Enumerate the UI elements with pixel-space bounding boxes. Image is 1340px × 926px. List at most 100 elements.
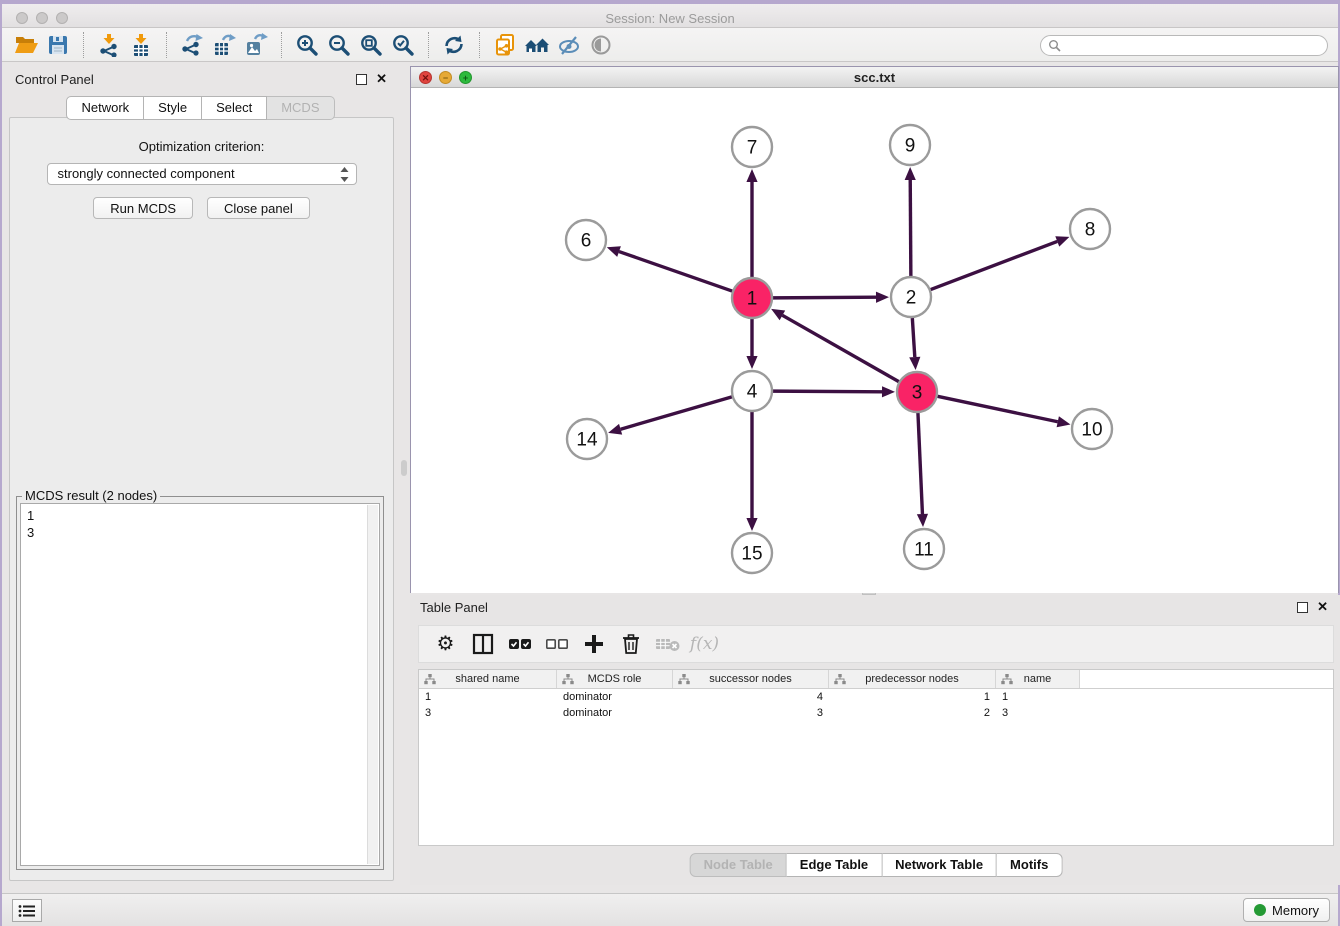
deselect-all-icon[interactable] [538, 628, 575, 660]
tree-sort-icon [424, 674, 436, 685]
result-scrollbar[interactable] [367, 505, 378, 864]
delete-table-icon[interactable] [649, 628, 686, 660]
network-window-title: scc.txt [411, 70, 1338, 85]
task-history-button[interactable] [12, 899, 42, 922]
search-icon [1048, 39, 1061, 52]
network-graph[interactable]: 7968124314101511 [411, 89, 1338, 593]
open-session-icon[interactable] [10, 30, 42, 60]
fit-content-icon[interactable] [355, 30, 387, 60]
column-header-shared-name[interactable]: shared name [419, 670, 557, 688]
add-row-icon[interactable] [575, 628, 612, 660]
graph-edge-arrowhead [876, 292, 889, 303]
table-row[interactable]: 1dominator411 [419, 689, 1333, 705]
refresh-icon[interactable] [438, 30, 470, 60]
table-body: 1dominator4113dominator323 [419, 689, 1333, 721]
vertical-splitter-handle[interactable] [401, 460, 407, 476]
import-network-icon[interactable] [93, 30, 125, 60]
graph-edge[interactable] [912, 318, 914, 357]
column-header-MCDS-role[interactable]: MCDS role [557, 670, 673, 688]
table-cell[interactable]: dominator [557, 689, 673, 705]
table-panel-tabs: Node TableEdge TableNetwork TableMotifs [690, 853, 1063, 877]
run-mcds-button[interactable]: Run MCDS [93, 197, 193, 219]
table-cell[interactable]: 3 [996, 705, 1080, 721]
column-header-successor-nodes[interactable]: successor nodes [673, 670, 829, 688]
graph-edge[interactable] [773, 297, 876, 298]
close-panel-icon[interactable]: ✕ [1317, 599, 1328, 615]
graph-edge[interactable] [918, 413, 923, 514]
optimization-label: Optimization criterion: [10, 139, 393, 154]
column-header-name[interactable]: name [996, 670, 1080, 688]
delete-row-icon[interactable] [612, 628, 649, 660]
graph-node-label: 2 [906, 288, 917, 309]
export-table-icon[interactable] [208, 30, 240, 60]
toolbar-separator [428, 32, 429, 58]
duplicate-network-icon[interactable] [489, 30, 521, 60]
save-session-icon[interactable] [42, 30, 74, 60]
float-panel-icon[interactable] [356, 74, 367, 85]
mcds-result-area[interactable]: 1 3 [20, 503, 380, 866]
close-panel-button[interactable]: Close panel [207, 197, 310, 219]
tab-style[interactable]: Style [144, 96, 202, 120]
graph-node-label: 8 [1085, 220, 1096, 241]
table-cell[interactable]: dominator [557, 705, 673, 721]
gear-icon[interactable]: ⚙ [427, 628, 464, 660]
graph-edge-arrowhead [746, 518, 757, 531]
graph-edge[interactable] [931, 241, 1058, 289]
tab-mcds[interactable]: MCDS [267, 96, 334, 120]
graph-edge-arrowhead [608, 424, 622, 435]
network-overview-icon[interactable] [521, 30, 553, 60]
select-all-icon[interactable] [501, 628, 538, 660]
graph-edge-arrowhead [909, 357, 920, 370]
hide-panels-icon[interactable] [553, 30, 585, 60]
function-icon[interactable]: f(x) [686, 628, 723, 660]
search-box [1040, 35, 1328, 56]
zoom-selected-icon[interactable] [387, 30, 419, 60]
tab-network-table[interactable]: Network Table [882, 853, 997, 877]
close-panel-icon[interactable]: ✕ [376, 71, 387, 87]
graph-edge[interactable] [619, 252, 732, 292]
table-cell[interactable]: 1 [996, 689, 1080, 705]
zoom-out-icon[interactable] [323, 30, 355, 60]
tab-motifs[interactable]: Motifs [997, 853, 1062, 877]
table-cell[interactable]: 4 [673, 689, 829, 705]
column-layout-icon[interactable] [464, 628, 501, 660]
graph-node-label: 9 [905, 136, 916, 157]
tab-network[interactable]: Network [66, 96, 144, 120]
table-cell[interactable]: 1 [419, 689, 557, 705]
control-panel: Control Panel ✕ NetworkStyleSelectMCDS O… [2, 62, 399, 893]
table-cell[interactable]: 3 [673, 705, 829, 721]
zoom-in-icon[interactable] [291, 30, 323, 60]
import-table-icon[interactable] [125, 30, 157, 60]
criterion-select[interactable]: strongly connected component [47, 163, 357, 185]
show-panels-icon[interactable] [585, 30, 617, 60]
table-header-row: shared nameMCDS rolesuccessor nodesprede… [419, 670, 1333, 689]
tab-edge-table[interactable]: Edge Table [787, 853, 882, 877]
toolbar-separator [166, 32, 167, 58]
graph-edge[interactable] [621, 397, 732, 429]
tree-sort-icon [834, 674, 846, 685]
tab-select[interactable]: Select [202, 96, 267, 120]
table-row[interactable]: 3dominator323 [419, 705, 1333, 721]
table-cell[interactable]: 1 [829, 689, 996, 705]
column-header-predecessor-nodes[interactable]: predecessor nodes [829, 670, 996, 688]
tab-node-table[interactable]: Node Table [690, 853, 787, 877]
graph-edge-arrowhead [917, 514, 928, 527]
graph-edge[interactable] [773, 391, 882, 392]
criterion-value: strongly connected component [58, 166, 235, 181]
chevron-updown-icon [340, 167, 349, 182]
graph-edge[interactable] [910, 180, 911, 276]
float-panel-icon[interactable] [1297, 602, 1308, 613]
network-window-titlebar[interactable]: ✕ − + scc.txt [411, 67, 1338, 88]
graph-node-label: 4 [747, 382, 758, 403]
export-network-icon[interactable] [176, 30, 208, 60]
graph-edge[interactable] [782, 315, 898, 381]
tree-sort-icon [678, 674, 690, 685]
list-icon [18, 904, 36, 918]
table-cell[interactable]: 3 [419, 705, 557, 721]
toolbar-separator [479, 32, 480, 58]
table-cell[interactable]: 2 [829, 705, 996, 721]
graph-edge[interactable] [938, 396, 1058, 421]
search-input[interactable] [1061, 38, 1327, 54]
export-image-icon[interactable] [240, 30, 272, 60]
memory-button[interactable]: Memory [1243, 898, 1330, 922]
